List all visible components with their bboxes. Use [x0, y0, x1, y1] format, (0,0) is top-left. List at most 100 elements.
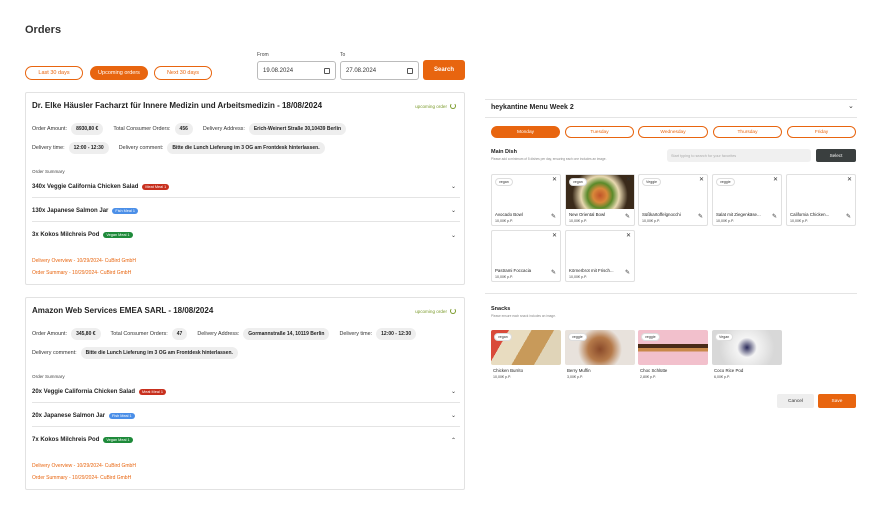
dish-tile[interactable]: veggie ✕ Salat mit Ziegenkäse... 10,00€ …	[712, 174, 782, 226]
meal-badge: Fish Meal 1	[109, 412, 135, 419]
dish-search-input[interactable]: Start typing to search for your favorite…	[667, 149, 811, 162]
cancel-button[interactable]: Cancel	[777, 394, 814, 408]
item-name: 130x Japanese Salmon Jar	[32, 207, 109, 214]
order-item[interactable]: 20x Japanese Salmon Jar Fish Meal 1 ⌄	[32, 405, 460, 427]
order-title: Amazon Web Services EMEA SARL - 18/08/20…	[32, 306, 214, 315]
edit-icon[interactable]: ✎	[625, 213, 630, 220]
order-card: Dr. Elke Häusler Facharzt für Innere Med…	[25, 92, 465, 285]
time-value: 12:00 - 12:30	[376, 328, 417, 340]
snack-price: 10,00€ p.P.	[493, 375, 511, 379]
tab-last-30-days[interactable]: Last 30 days	[25, 66, 83, 80]
order-summary-label: Order Summary	[32, 374, 65, 379]
order-item[interactable]: 7x Kokos Milchreis Pod Vegan Meal 1 ⌃	[32, 429, 460, 451]
from-date-input[interactable]: 19.08.2024	[257, 61, 336, 80]
edit-icon[interactable]: ✎	[698, 213, 703, 220]
to-date-input[interactable]: 27.08.2024	[340, 61, 419, 80]
calendar-icon[interactable]	[324, 67, 330, 74]
close-icon[interactable]: ✕	[552, 176, 557, 183]
time-value: 12:00 - 12:30	[68, 142, 109, 154]
order-item[interactable]: 340x Veggie California Chicken Salad Meat…	[32, 176, 460, 198]
status-badge: upcoming order	[415, 103, 456, 109]
select-button[interactable]: Select	[816, 149, 856, 162]
menu-title: heykantine Menu Week 2	[491, 104, 574, 111]
tab-monday[interactable]: Monday	[491, 126, 560, 138]
divider	[485, 117, 857, 118]
delivery-overview-link[interactable]: Delivery Overview - 10/29/2024- CuBird G…	[32, 463, 136, 469]
chevron-up-icon[interactable]: ⌃	[451, 437, 456, 444]
close-icon[interactable]: ✕	[552, 232, 557, 239]
status-text: upcoming order	[415, 308, 447, 314]
chevron-down-icon[interactable]: ⌄	[451, 207, 456, 214]
close-icon[interactable]: ✕	[699, 176, 704, 183]
close-icon[interactable]: ✕	[626, 176, 631, 183]
consumers-label: Total Consumer Orders:	[110, 331, 168, 337]
amount-value: 8930,80 €	[71, 123, 104, 135]
item-name: 7x Kokos Milchreis Pod	[32, 437, 100, 443]
edit-icon[interactable]: ✎	[625, 269, 630, 276]
close-icon[interactable]: ✕	[626, 232, 631, 239]
tab-upcoming-orders[interactable]: Upcoming orders	[90, 66, 148, 80]
delivery-overview-link[interactable]: Delivery Overview - 10/29/2024- CuBird G…	[32, 258, 136, 264]
dish-tile[interactable]: vegan ✕ New Oriental Bowl 10,00€ p.P. ✎	[565, 174, 635, 226]
snack-tile[interactable]: veggie Berry Muffin 3,00€ p.P.	[565, 330, 635, 383]
close-icon[interactable]: ✕	[847, 176, 852, 183]
snack-tile[interactable]: Vegan Coco Rice Pod 6,00€ p.P.	[712, 330, 782, 383]
calendar-icon[interactable]	[407, 67, 413, 74]
snack-tile[interactable]: veggie Choc Schlütte 2,80€ p.P.	[638, 330, 708, 383]
consumers-value: 47	[171, 328, 188, 340]
chevron-down-icon[interactable]: ⌄	[451, 412, 456, 419]
diet-badge: veggie	[641, 333, 660, 341]
search-button[interactable]: Search	[423, 60, 465, 80]
dish-name: Pastrami Foccacia	[495, 268, 532, 273]
edit-icon[interactable]: ✎	[846, 213, 851, 220]
consumers-label: Total Consumer Orders:	[113, 126, 171, 132]
chevron-down-icon[interactable]: ⌄	[451, 232, 456, 239]
chevron-down-icon[interactable]: ⌄	[451, 183, 456, 190]
address-label: Delivery Address:	[197, 331, 240, 337]
tab-next-30-days[interactable]: Next 30 days	[154, 66, 212, 80]
order-summary-label: Order Summary	[32, 169, 65, 174]
edit-icon[interactable]: ✎	[551, 269, 556, 276]
snack-tile[interactable]: vegan Chicken Burrito 10,00€ p.P.	[491, 330, 561, 383]
to-label: To	[340, 52, 346, 58]
dish-price: 10,00€ p.P.	[642, 219, 660, 223]
comment-value: Bitte die Lunch Lieferung im 3 OG am Fro…	[80, 347, 238, 359]
address-label: Delivery Address:	[202, 126, 245, 132]
edit-icon[interactable]: ✎	[772, 213, 777, 220]
tab-thursday[interactable]: Thursday	[713, 126, 782, 138]
order-item[interactable]: 130x Japanese Salmon Jar Fish Meal 1 ⌄	[32, 200, 460, 222]
from-label: From	[257, 52, 269, 58]
snack-price: 2,80€ p.P.	[640, 375, 656, 379]
item-name: 3x Kokos Milchreis Pod	[32, 232, 100, 238]
chevron-down-icon[interactable]: ⌄	[848, 102, 854, 110]
dish-tile[interactable]: vegan ✕ Avocado Bowl 10,00€ p.P. ✎	[491, 174, 561, 226]
dish-tile[interactable]: ✕ California Chicken... 10,00€ p.P. ✎	[786, 174, 856, 226]
snack-price: 3,00€ p.P.	[567, 375, 583, 379]
comment-value: Bitte die Lunch Lieferung im 3 OG am Fro…	[167, 142, 325, 154]
status-text: upcoming order	[415, 103, 447, 109]
status-badge: upcoming order	[415, 308, 456, 314]
dish-tile[interactable]: Veggie ✕ Süßkartoffelgnocchi 10,00€ p.P.…	[638, 174, 708, 226]
dish-price: 10,00€ p.P.	[790, 219, 808, 223]
dish-price: 10,00€ p.P.	[495, 219, 513, 223]
chevron-down-icon[interactable]: ⌄	[451, 388, 456, 395]
tab-wednesday[interactable]: Wednesday	[638, 126, 708, 138]
dish-tile[interactable]: ✕ Körnerbrot mit Frisch... 10,00€ p.P. ✎	[565, 230, 635, 282]
meal-badge: Vegan Meal 1	[103, 437, 133, 443]
amount-value: 345,80 €	[71, 328, 101, 340]
order-summary-link[interactable]: Order Summary - 10/29/2024- CuBird GmbH	[32, 475, 131, 481]
edit-icon[interactable]: ✎	[551, 213, 556, 220]
diet-badge: vegan	[495, 178, 513, 186]
order-item[interactable]: 20x Veggie California Chicken Salad Meat …	[32, 381, 460, 403]
refresh-icon	[450, 103, 456, 109]
tab-tuesday[interactable]: Tuesday	[565, 126, 634, 138]
order-item[interactable]: 3x Kokos Milchreis Pod Vegan Meal 1 ⌄	[32, 224, 460, 246]
save-button[interactable]: Save	[818, 394, 856, 408]
meal-badge: Meat Meal 1	[139, 388, 166, 395]
close-icon[interactable]: ✕	[773, 176, 778, 183]
snack-price: 6,00€ p.P.	[714, 375, 730, 379]
order-summary-link[interactable]: Order Summary - 10/29/2024- CuBird GmbH	[32, 270, 131, 276]
tab-friday[interactable]: Friday	[787, 126, 856, 138]
consumers-value: 456	[174, 123, 193, 135]
dish-tile[interactable]: ✕ Pastrami Foccacia 10,00€ p.P. ✎	[491, 230, 561, 282]
